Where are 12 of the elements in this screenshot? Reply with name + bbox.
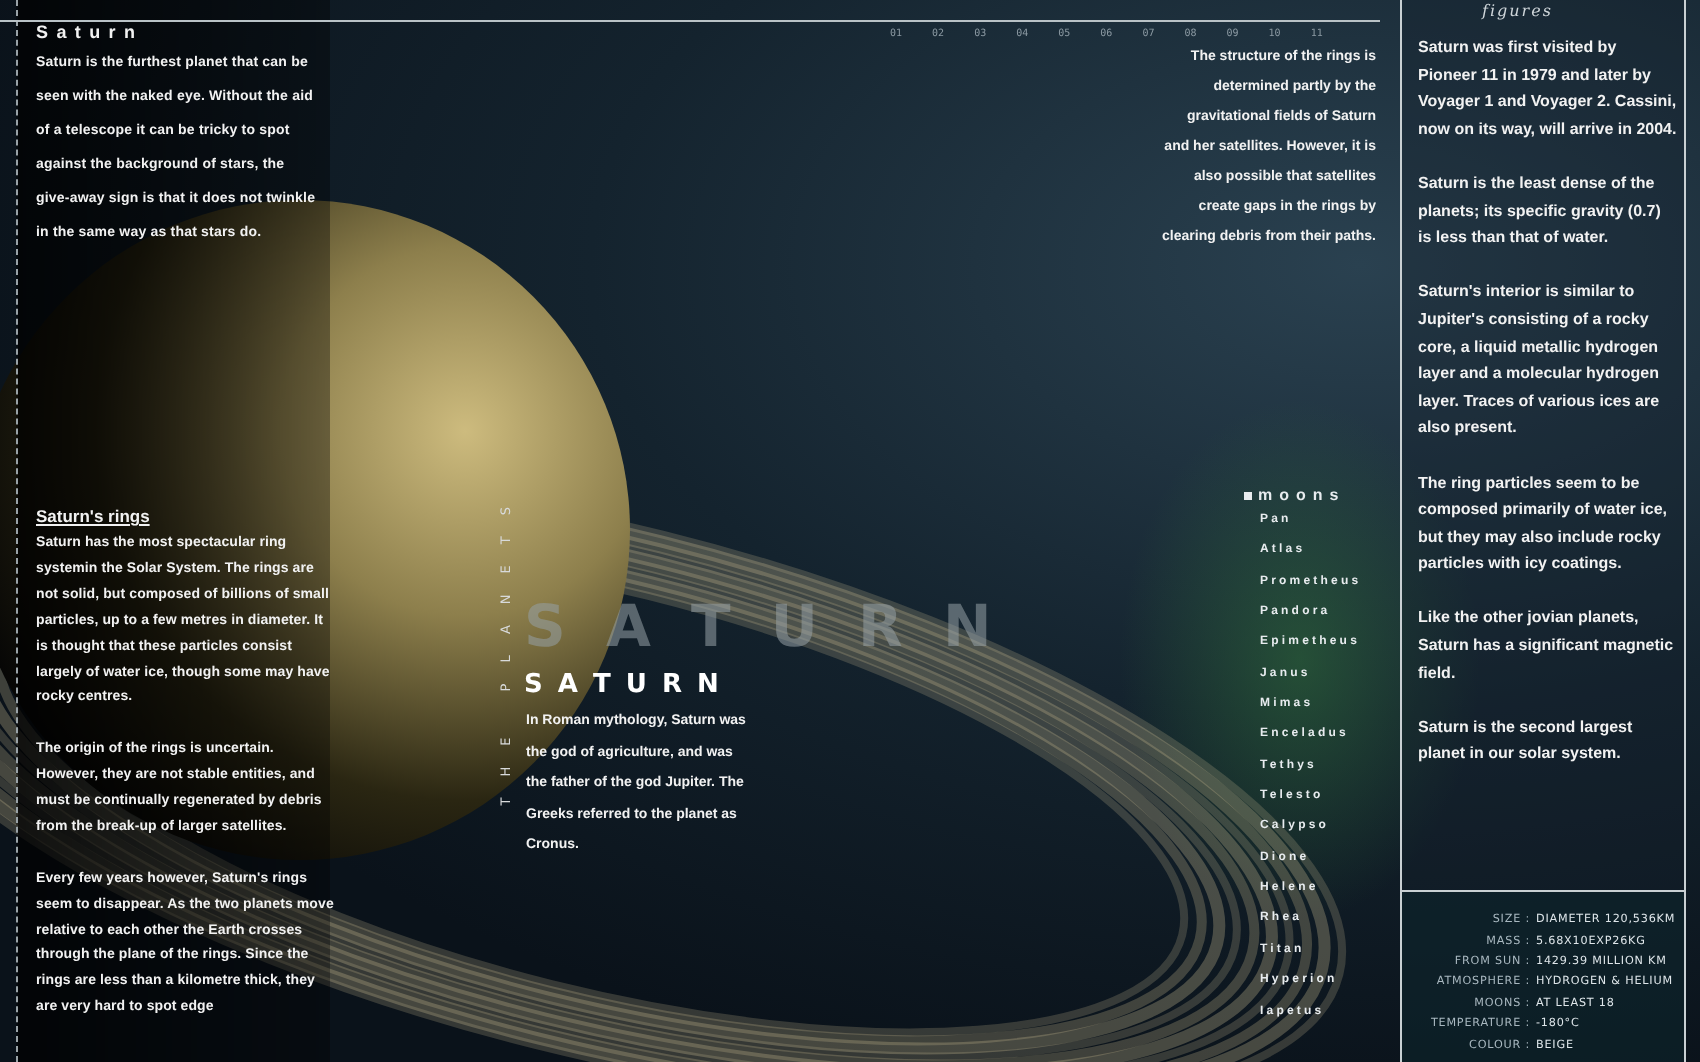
square-icon [1244,491,1252,499]
moons-heading: moons [1258,486,1346,504]
fact-paragraph: Like the other jovian planets, Saturn has a significant magnetic field. [1418,606,1676,686]
fact-paragraph: Saturn was first visited by Pioneer 11 in 1979 and later by Voyager 1 and Voyager 2. Cassini, now on its way, will arrive in 2004. [1418,36,1678,142]
fact-paragraph: The ring particles seem to be composed primarily of water ice, but they may also include rocky particles with icy coatings. [1418,471,1669,577]
fact-paragraph: Saturn's interior is similar to Jupiter's consisting of a rocky core, a liquid metallic hydrogen layer and a molecular hydrogen layer. Traces of various ices are also present. [1418,280,1662,441]
fact-paragraph: Saturn is the least dense of the planets; its specific gravity (0.7) is less than that of water. [1418,171,1663,251]
section-title: Saturn's rings [36,506,150,526]
fact-paragraph: Saturn is the second largest planet in our solar system. [1418,715,1635,767]
section-title: Saturn [36,22,146,42]
planet-title: S A T U R N [524,670,722,700]
figures-label: figures [1482,2,1553,20]
